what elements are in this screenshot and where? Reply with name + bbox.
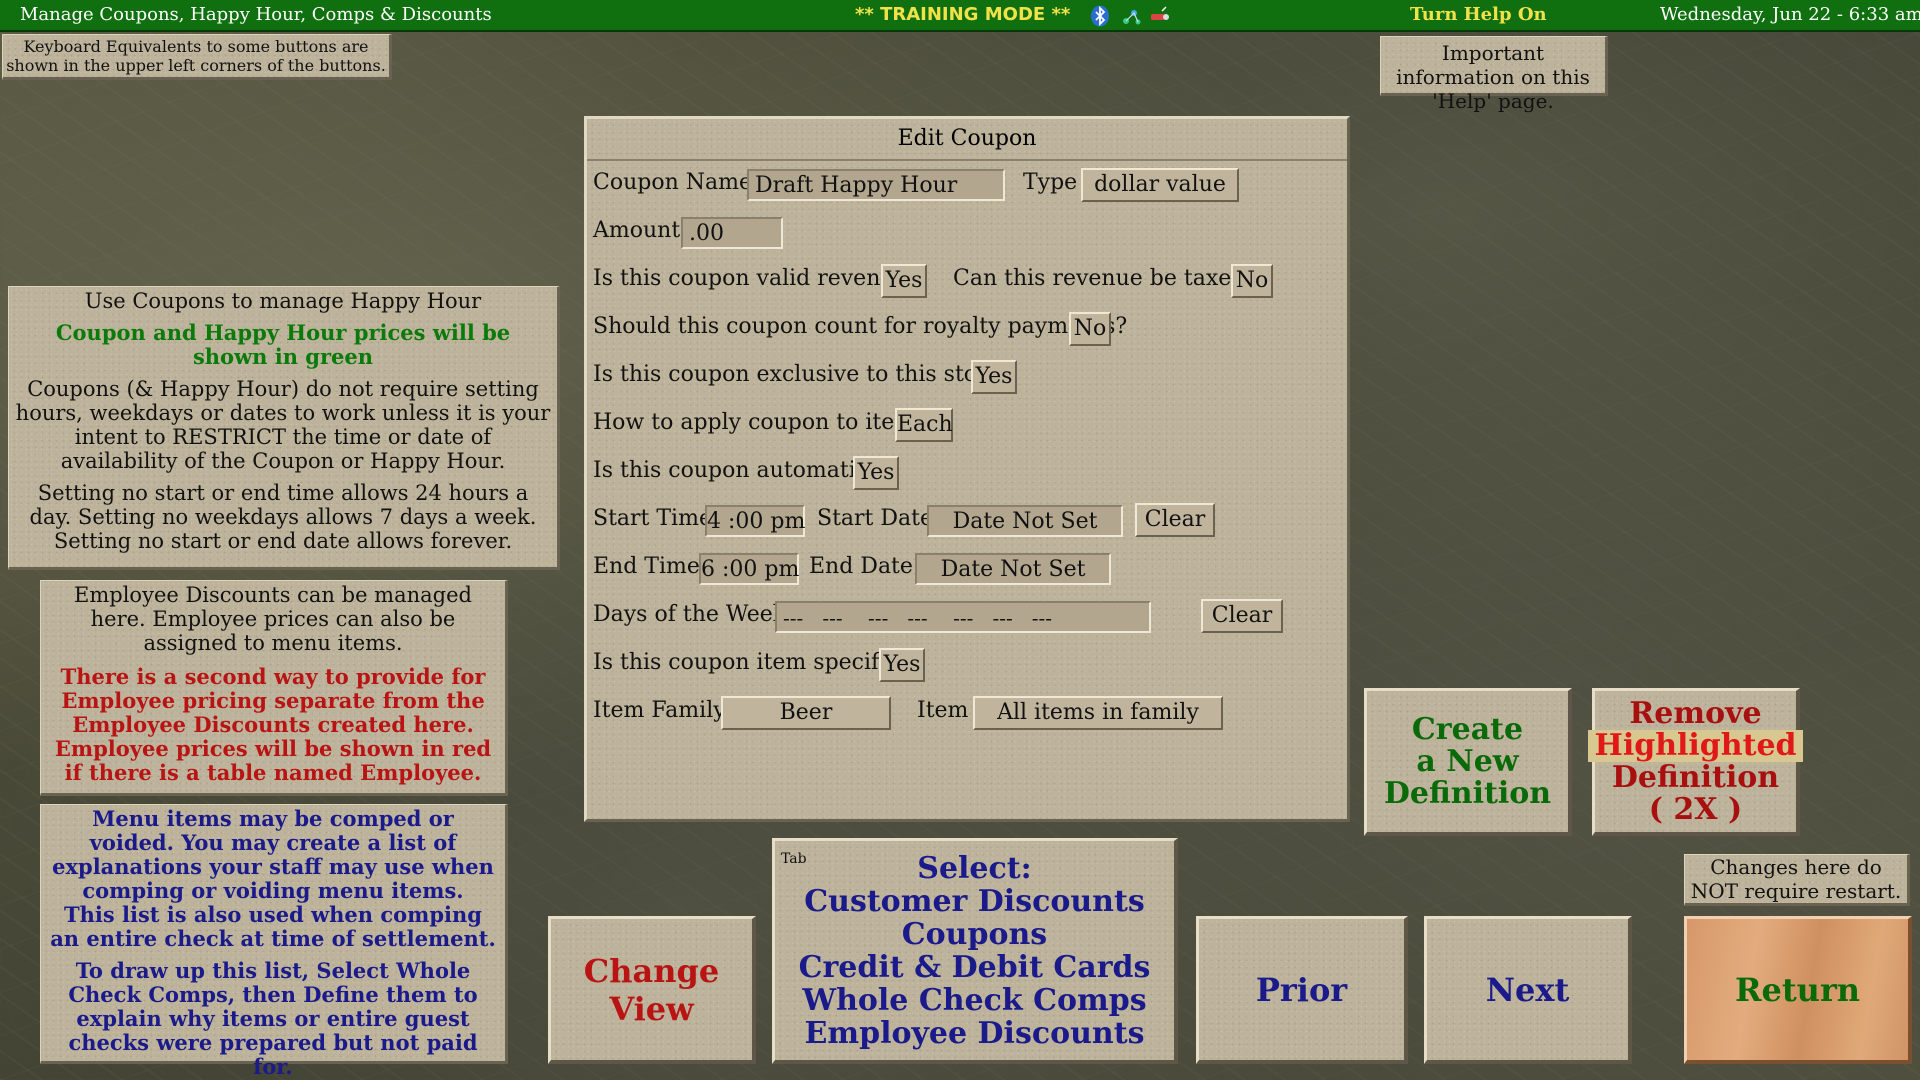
item-specific-label: Is this coupon item specific? [593,650,910,675]
apply-label: How to apply coupon to items [593,410,927,435]
start-date-label: Start Date [817,506,933,531]
restrict-note: Coupons (& Happy Hour) do not require se… [15,377,551,473]
green-price-note: Coupon and Happy Hour prices will be sho… [55,320,511,369]
end-time-label: End Time [593,554,700,579]
next-button[interactable]: Next [1424,916,1632,1064]
remove-definition-button[interactable]: Remove Highlighted Definition ( 2X ) [1588,688,1803,836]
item-selector[interactable]: All items in family [973,696,1223,730]
clear-dates-button[interactable]: Clear [1135,503,1215,537]
employee-red-note: There is a second way to provide for Emp… [54,664,492,785]
remove-line-2: Highlighted [1588,729,1803,762]
prior-button[interactable]: Prior [1196,916,1408,1064]
remove-line-1: Remove [1629,695,1762,731]
app-title: Manage Coupons, Happy Hour, Comps & Disc… [20,4,492,25]
valid-revenue-toggle[interactable]: Yes [881,264,927,298]
tab-hotkey-label: Tab [781,851,807,867]
taxed-toggle[interactable]: No [1231,264,1273,298]
select-option-whole-check-comps: Whole Check Comps [802,982,1147,1018]
select-option-customer-discounts: Customer Discounts [804,883,1145,919]
taxed-label: Can this revenue be taxed? [953,266,1258,291]
turn-help-on-button[interactable]: Turn Help On [1410,4,1547,25]
end-time-field[interactable]: 6 :00 pm [699,553,799,585]
exclusive-toggle[interactable]: Yes [971,360,1017,394]
employee-note: Employee Discounts can be managed here. … [74,583,472,655]
remove-line-3: Definition [1611,759,1780,795]
days-of-week-field[interactable]: --- --- --- --- --- --- --- [775,601,1151,633]
type-selector[interactable]: dollar value [1081,168,1239,202]
apply-selector[interactable]: Each [895,408,953,442]
create-line-2: a New [1416,743,1519,779]
training-mode-indicator: ** TRAINING MODE ** [855,4,1071,25]
valid-revenue-label: Is this coupon valid revenue? [593,266,920,291]
restart-note: Changes here do NOT require restart. [1684,854,1910,906]
end-date-field[interactable]: Date Not Set [915,553,1111,585]
keyboard-equivalents-note: Keyboard Equivalents to some buttons are… [2,34,392,80]
comps-note-1: Menu items may be comped or voided. You … [52,806,494,903]
happy-hour-help-panel: Use Coupons to manage Happy Hour Coupon … [8,286,560,570]
create-definition-button[interactable]: Create a New Definition [1364,688,1572,836]
usb-icon [1148,5,1169,27]
comps-note-2: This list is also used when comping an e… [50,902,496,951]
start-date-field[interactable]: Date Not Set [927,505,1123,537]
select-option-credit-debit-cards: Credit & Debit Cards [798,949,1151,985]
bluetooth-icon [1090,5,1110,27]
item-label: Item [917,698,969,723]
select-heading: Select: [917,850,1032,886]
dialog-title: Edit Coupon [587,119,1347,161]
return-button[interactable]: Return [1684,916,1912,1064]
date-time-display: Wednesday, Jun 22 - 6:33 am [1660,4,1920,25]
remove-line-4: ( 2X ) [1648,791,1743,827]
change-view-button[interactable]: Change View [548,916,756,1064]
end-date-label: End Date [809,554,913,579]
coupon-name-label: Coupon Name [593,170,752,195]
employee-discount-help-panel: Employee Discounts can be managed here. … [40,580,508,796]
comps-note-3: To draw up this list, Select Whole Check… [68,958,478,1079]
royalty-toggle[interactable]: No [1069,312,1111,346]
days-of-week-label: Days of the Week [593,602,787,627]
item-specific-toggle[interactable]: Yes [879,648,925,682]
edit-coupon-dialog: Edit Coupon Coupon Name Draft Happy Hour… [584,116,1350,822]
type-label: Type [1023,170,1078,195]
comps-help-panel: Menu items may be comped or voided. You … [40,804,508,1079]
select-category-button[interactable]: Tab Select: Customer Discounts Coupons C… [772,838,1178,1064]
select-option-coupons: Coupons [901,916,1048,952]
item-family-selector[interactable]: Beer [721,696,891,730]
create-line-3: Definition [1383,775,1552,811]
automatic-label: Is this coupon automatic? [593,458,880,483]
amount-field[interactable]: .00 [681,217,783,249]
amount-label: Amount [593,218,681,243]
select-option-employee-discounts: Employee Discounts [804,1015,1145,1051]
royalty-label: Should this coupon count for royalty pay… [593,314,1128,339]
network-icon [1120,5,1141,27]
automatic-toggle[interactable]: Yes [853,456,899,490]
coupon-name-field[interactable]: Draft Happy Hour [747,169,1005,201]
start-time-field[interactable]: 4 :00 pm [705,505,805,537]
item-family-label: Item Family [593,698,726,723]
panel-heading: Use Coupons to manage Happy Hour [84,289,482,313]
help-info-note: Important information on this 'Help' pag… [1380,36,1608,113]
exclusive-label: Is this coupon exclusive to this store? [593,362,1013,387]
start-time-label: Start Time [593,506,712,531]
clear-days-button[interactable]: Clear [1201,599,1283,633]
create-line-1: Create [1411,711,1524,747]
defaults-note: Setting no start or end time allows 24 h… [29,481,537,553]
top-status-bar: Manage Coupons, Happy Hour, Comps & Disc… [0,0,1920,32]
